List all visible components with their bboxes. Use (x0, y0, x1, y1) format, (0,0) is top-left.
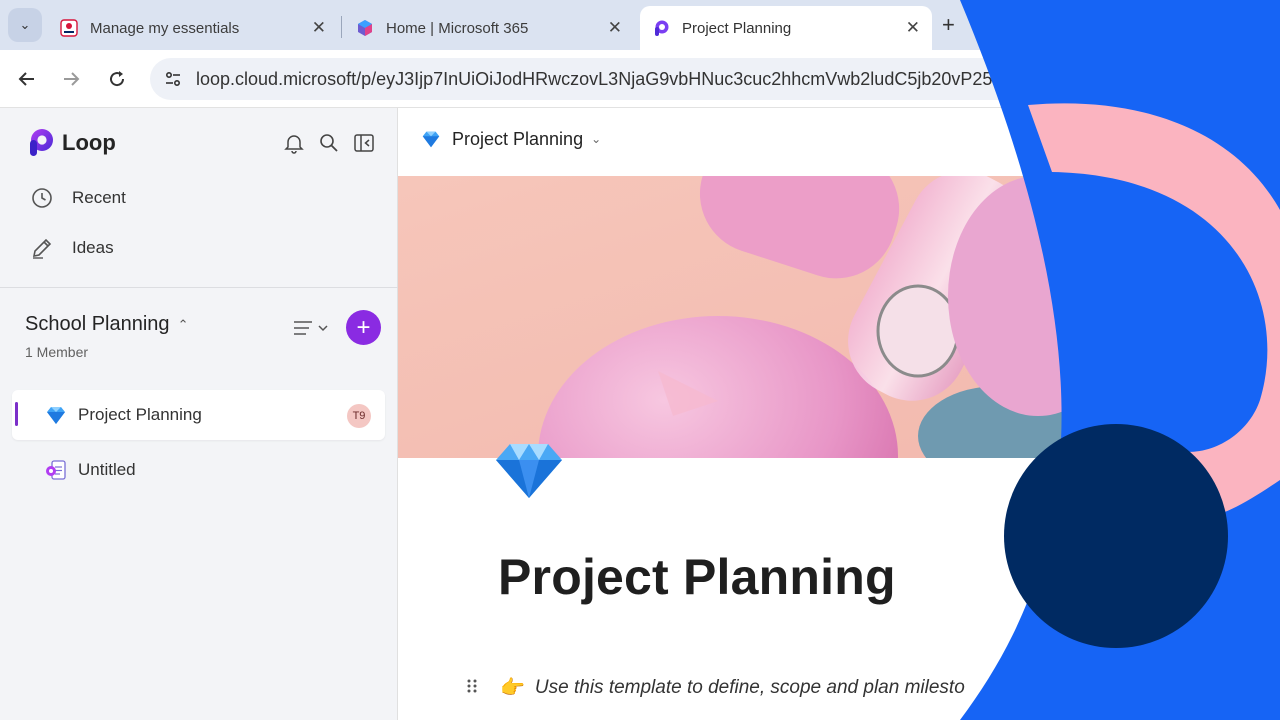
collapse-sidebar-icon[interactable] (353, 132, 375, 154)
loop-page-icon (46, 460, 66, 480)
close-tab-icon[interactable]: ✕ (312, 18, 326, 38)
sidebar-item-recent[interactable]: Recent (30, 186, 126, 210)
hint-text: Use this template to define, scope and p… (534, 676, 965, 698)
url-text: loop.cloud.microsoft/p/eyJ3Ijp7InUiOiJod… (196, 68, 1049, 89)
close-tab-icon[interactable]: ✕ (906, 18, 920, 38)
search-icon[interactable] (318, 132, 340, 154)
sidebar-item-label: Ideas (72, 238, 114, 257)
drag-handle-icon[interactable] (466, 678, 478, 694)
tab-label: Home | Microsoft 365 (386, 19, 529, 37)
loop-icon (655, 20, 669, 36)
active-indicator (15, 402, 18, 426)
template-hint-paragraph[interactable]: 👉 Use this template to define, scope and… (500, 675, 965, 700)
loop-brand[interactable]: Loop (28, 128, 116, 158)
browser-tab-bar: ⌄ Manage my essentials ✕ Home | Microsof… (0, 0, 1280, 50)
browser-tab-project-planning[interactable]: Project Planning ✕ (640, 6, 932, 50)
back-arrow-icon[interactable] (14, 66, 40, 92)
nsw-government-icon (60, 19, 78, 37)
chevron-down-icon: ⌄ (591, 132, 602, 146)
cover-image[interactable] (398, 176, 1280, 458)
browser-tab-manage-essentials[interactable]: Manage my essentials ✕ (48, 6, 338, 50)
workspace-title[interactable]: School Planning ⌃ (25, 313, 188, 336)
workspace-member-count: 1 Member (25, 344, 89, 360)
sort-list-icon[interactable] (292, 316, 332, 340)
pencil-icon (32, 238, 52, 259)
add-page-button[interactable]: + (346, 310, 381, 345)
loop-logo-icon (30, 129, 53, 156)
brand-name: Loop (62, 130, 116, 155)
forward-arrow-icon[interactable] (58, 66, 84, 92)
clock-icon (32, 188, 52, 208)
sidebar-item-label: Recent (72, 188, 126, 207)
sidebar-page-label: Project Planning (78, 405, 202, 424)
site-settings-icon[interactable] (162, 68, 184, 90)
sidebar-page-label: Untitled (78, 460, 136, 479)
sidebar-page-untitled[interactable]: Untitled (12, 445, 385, 495)
page-title[interactable]: Project Planning (498, 548, 896, 606)
browser-toolbar: loop.cloud.microsoft/p/eyJ3Ijp7InUiOiJod… (0, 50, 1280, 108)
loop-sidebar: Loop Recent Ideas School Planning ⌃ 1 Me… (0, 108, 398, 720)
tab-search-chevron-icon[interactable]: ⌄ (8, 8, 42, 42)
reload-icon[interactable] (104, 66, 130, 92)
bell-icon[interactable] (283, 132, 305, 154)
page-breadcrumb[interactable]: Project Planning ⌄ (420, 128, 601, 150)
sidebar-page-project-planning[interactable]: Project Planning T9 (12, 390, 385, 440)
tab-label: Manage my essentials (90, 19, 240, 37)
sidebar-divider (0, 287, 398, 288)
page-diamond-icon[interactable] (492, 440, 566, 500)
chevron-up-down-icon: ⌃ (177, 316, 189, 332)
pointing-hand-icon: 👉 (500, 677, 525, 699)
tab-separator (341, 16, 342, 38)
address-bar[interactable]: loop.cloud.microsoft/p/eyJ3Ijp7InUiOiJod… (150, 58, 1280, 100)
microsoft-365-icon (358, 20, 372, 36)
breadcrumb-label: Project Planning (452, 128, 584, 149)
presence-avatar: T9 (347, 404, 371, 428)
browser-tab-microsoft-365[interactable]: Home | Microsoft 365 ✕ (344, 6, 634, 50)
diamond-icon (422, 131, 440, 148)
sidebar-item-ideas[interactable]: Ideas (30, 236, 114, 260)
tab-label: Project Planning (682, 19, 792, 37)
new-tab-plus-icon[interactable]: + (942, 12, 955, 38)
close-tab-icon[interactable]: ✕ (608, 18, 622, 38)
diamond-icon (47, 407, 65, 424)
workspace-title-text: School Planning (25, 313, 170, 335)
